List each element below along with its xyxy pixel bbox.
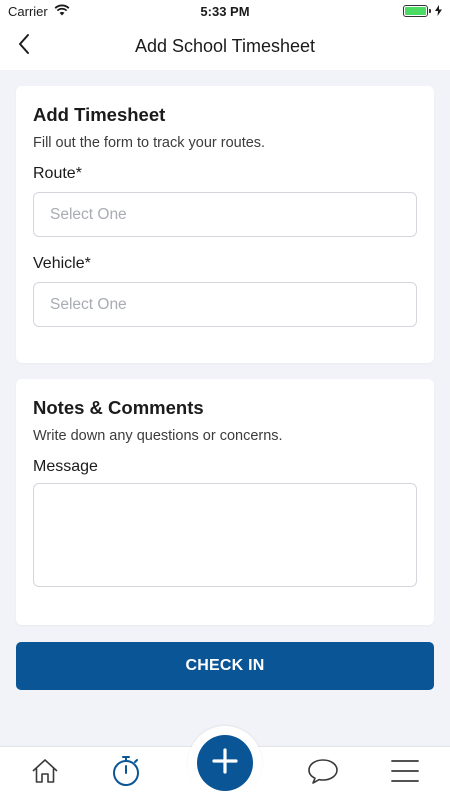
status-left: Carrier — [8, 4, 128, 19]
vehicle-select[interactable]: Select One — [33, 282, 417, 327]
route-label: Route* — [33, 165, 82, 182]
timesheet-card-subtitle: Fill out the form to track your routes. — [33, 135, 266, 151]
back-button[interactable] — [10, 32, 38, 60]
add-button[interactable] — [197, 735, 253, 791]
page-title: Add School Timesheet — [134, 35, 316, 56]
route-select-placeholder: Select One — [50, 205, 127, 223]
vehicle-select-placeholder: Select One — [50, 295, 127, 313]
battery-level — [404, 7, 426, 15]
carrier-label: Carrier — [8, 3, 48, 19]
vehicle-label: Vehicle* — [33, 255, 91, 272]
nav-header: Add School Timesheet — [0, 22, 450, 70]
notes-card-title: Notes & Comments — [33, 397, 204, 418]
tab-timesheets[interactable] — [106, 755, 146, 791]
route-select[interactable]: Select One — [33, 192, 417, 237]
notes-card-subtitle: Write down any questions or concerns. — [33, 428, 283, 444]
tab-home[interactable] — [25, 755, 65, 791]
battery-icon — [402, 5, 431, 17]
charging-icon — [434, 4, 442, 19]
stopwatch-icon — [111, 755, 141, 792]
message-label: Message — [33, 458, 98, 475]
timesheet-card-title: Add Timesheet — [33, 104, 166, 125]
tab-menu[interactable] — [385, 755, 425, 791]
message-textarea[interactable] — [33, 483, 417, 587]
menu-icon — [390, 759, 420, 788]
tab-messages[interactable] — [303, 755, 343, 791]
chat-bubble-icon — [307, 757, 339, 790]
status-time: 5:33 PM — [200, 3, 250, 19]
status-bar: Carrier 5:33 PM — [0, 0, 450, 22]
status-right — [322, 4, 442, 19]
plus-icon — [212, 747, 238, 779]
timesheet-card: Add Timesheet Fill out the form to track… — [16, 86, 434, 363]
notes-card: Notes & Comments Write down any question… — [16, 379, 434, 625]
check-in-button[interactable]: CHECK IN — [16, 642, 434, 690]
chevron-left-icon — [17, 33, 31, 60]
wifi-icon — [54, 4, 70, 19]
home-icon — [31, 758, 59, 789]
